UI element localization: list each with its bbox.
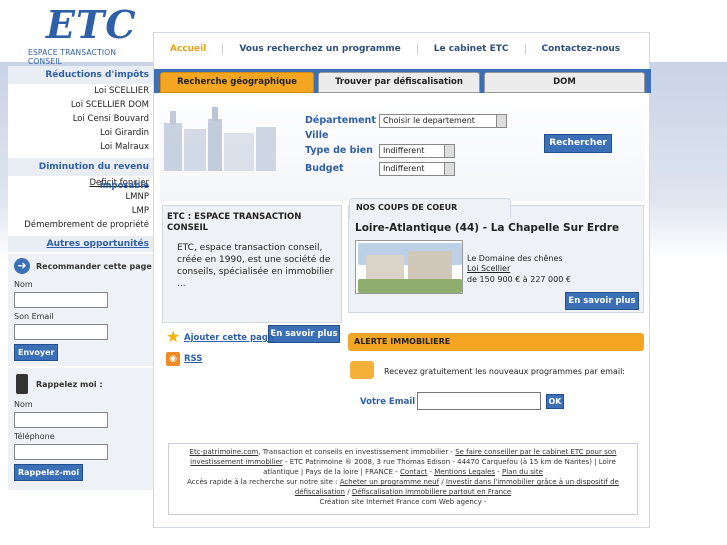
sidebar-item-scellier[interactable]: Loi SCELLIER	[8, 84, 153, 98]
footer-contact-link[interactable]: Contact	[400, 468, 427, 476]
callback-box: Rappelez moi : Nom Téléphone Rappelez-mo…	[8, 368, 153, 490]
residence-name: Le Domaine des chênes	[467, 254, 563, 263]
sidebar-section-tax-reductions: Réductions d'impôts	[8, 66, 153, 84]
recommend-box: ➜ Recommander cette page Nom Son Email E…	[8, 254, 153, 366]
sidebar: Réductions d'impôts Loi SCELLIER Loi SCE…	[8, 66, 153, 494]
footer-site-link[interactable]: Etc-patrimoine.com	[190, 448, 259, 456]
nav-accueil[interactable]: Accueil	[154, 44, 224, 54]
budget-value: Indifferent	[383, 164, 425, 173]
residence-price: de 150 900 € à 227 000 €	[467, 275, 571, 284]
main-content: Accueil Vous recherchez un programme Le …	[153, 32, 651, 528]
footer-mentions-link[interactable]: Mentions Legales	[434, 468, 495, 476]
footer-credit: Création site Internet France com Web ag…	[319, 498, 487, 506]
residence-law-link[interactable]: Loi Scellier	[467, 264, 510, 273]
sidebar-item-censi-bouvard[interactable]: Loi Censi Bouvard	[8, 112, 153, 126]
alert-ok-button[interactable]: OK	[546, 394, 564, 409]
footer-defisc-link[interactable]: Défiscalisation immobiliere partout en F…	[352, 488, 511, 496]
callback-phone-input[interactable]	[14, 444, 108, 460]
ville-label: Ville	[305, 130, 329, 141]
sidebar-item-malraux[interactable]: Loi Malraux	[8, 140, 153, 154]
etc-more-button[interactable]: En savoir plus	[268, 325, 340, 343]
nav-cabinet[interactable]: Le cabinet ETC	[418, 44, 526, 54]
etc-about-box: ETC : ESPACE TRANSACTION CONSEIL ETC, es…	[162, 205, 342, 323]
chevron-down-icon	[496, 115, 506, 127]
chevron-down-icon	[444, 163, 454, 175]
coups-de-coeur-box: NOS COUPS DE COEUR Loire-Atlantique (44)…	[348, 198, 644, 313]
sidebar-item-deficit-foncier[interactable]: Deficit foncier imposable	[8, 176, 153, 191]
rss-icon: ◉	[166, 352, 180, 366]
arrow-right-icon: ➜	[14, 258, 30, 274]
tab-dom[interactable]: DOM	[484, 72, 645, 93]
sidebar-more-link[interactable]: Autres opportunités	[8, 236, 153, 252]
imposable-label: imposable	[99, 181, 149, 191]
sidebar-section-income: Diminution du revenu	[8, 158, 153, 176]
footer-buy-link[interactable]: Acheter un programme neuf	[340, 478, 439, 486]
type-label: Type de bien	[305, 145, 373, 156]
callback-phone-label: Téléphone	[14, 432, 55, 441]
callback-title: Rappelez moi :	[36, 380, 103, 389]
footer-sep2: -	[495, 468, 503, 476]
envelope-icon	[350, 361, 374, 379]
sidebar-item-lmp[interactable]: LMP	[8, 204, 153, 218]
alert-email-input[interactable]	[417, 392, 541, 410]
footer-plan-link[interactable]: Plan du site	[502, 468, 543, 476]
footer: Etc-patrimoine.com, Transaction et conse…	[168, 443, 638, 515]
tab-defiscalisation[interactable]: Trouver par défiscalisation	[318, 72, 480, 93]
callback-name-label: Nom	[14, 400, 33, 409]
sidebar-item-lmnp[interactable]: LMNP	[8, 190, 153, 204]
star-icon: ★	[166, 327, 181, 346]
alert-text: Recevez gratuitement les nouveaux progra…	[384, 367, 626, 376]
coeur-more-button[interactable]: En savoir plus	[565, 292, 639, 310]
search-panel: Département Choisir le departement Ville…	[160, 93, 645, 201]
city-illustration	[160, 93, 280, 175]
send-button[interactable]: Envoyer	[14, 344, 59, 361]
search-tabs: Recherche géographique Trouver par défis…	[154, 69, 651, 93]
footer-slash1: /	[439, 478, 446, 486]
coeur-location: Loire-Atlantique (44) - La Chapelle Sur …	[355, 222, 620, 234]
etc-box-title: ETC : ESPACE TRANSACTION CONSEIL	[167, 212, 302, 233]
sidebar-item-demembrement[interactable]: Démembrement de propriété	[8, 218, 153, 232]
callback-button[interactable]: Rappelez-moi	[14, 464, 84, 481]
site-logo[interactable]: ETC ESPACE TRANSACTION CONSEIL	[10, 0, 145, 66]
nav-contact[interactable]: Contactez-nous	[526, 44, 637, 54]
coeur-tab: NOS COUPS DE COEUR	[349, 198, 511, 218]
top-navigation: Accueil Vous recherchez un programme Le …	[154, 33, 651, 65]
footer-quick-access: Accès rapide à la recherche sur notre si…	[187, 478, 340, 486]
logo-tagline: ESPACE TRANSACTION CONSEIL	[28, 48, 117, 66]
tab-geographique[interactable]: Recherche géographique	[160, 72, 314, 93]
budget-label: Budget	[305, 163, 344, 174]
search-button[interactable]: Rechercher	[544, 134, 612, 153]
rss-link[interactable]: RSS	[184, 354, 202, 364]
recommend-title: Recommander cette page	[36, 262, 152, 271]
phone-icon	[16, 374, 28, 394]
departement-select[interactable]: Choisir le departement	[379, 114, 507, 128]
callback-name-input[interactable]	[14, 412, 108, 428]
chevron-down-icon	[444, 145, 454, 157]
property-photo[interactable]	[355, 240, 463, 294]
recommend-email-input[interactable]	[14, 324, 108, 340]
type-select[interactable]: Indifferent	[379, 144, 455, 158]
recommend-email-label: Son Email	[14, 312, 54, 321]
budget-select[interactable]: Indifferent	[379, 162, 455, 176]
type-value: Indifferent	[383, 146, 425, 155]
nav-programme[interactable]: Vous recherchez un programme	[223, 44, 418, 54]
logo-mark: ETC	[46, 2, 137, 47]
footer-desc: , Transaction et conseils en investissem…	[258, 448, 456, 456]
recommend-name-label: Nom	[14, 280, 33, 289]
sidebar-item-scellier-dom[interactable]: Loi SCELLIER DOM	[8, 98, 153, 112]
etc-box-text: ETC, espace transaction conseil, créée e…	[177, 243, 334, 289]
add-page-link[interactable]: Ajouter cette page	[184, 333, 274, 343]
footer-slash2: /	[345, 488, 352, 496]
alert-email-label: Votre Email	[360, 397, 416, 407]
departement-value: Choisir le departement	[383, 116, 475, 125]
sidebar-item-girardin[interactable]: Loi Girardin	[8, 126, 153, 140]
departement-label: Département	[305, 115, 376, 126]
alert-title: ALERTE IMMOBILIERE	[354, 337, 451, 346]
alert-bar: ALERTE IMMOBILIERE	[348, 333, 644, 351]
recommend-name-input[interactable]	[14, 292, 108, 308]
